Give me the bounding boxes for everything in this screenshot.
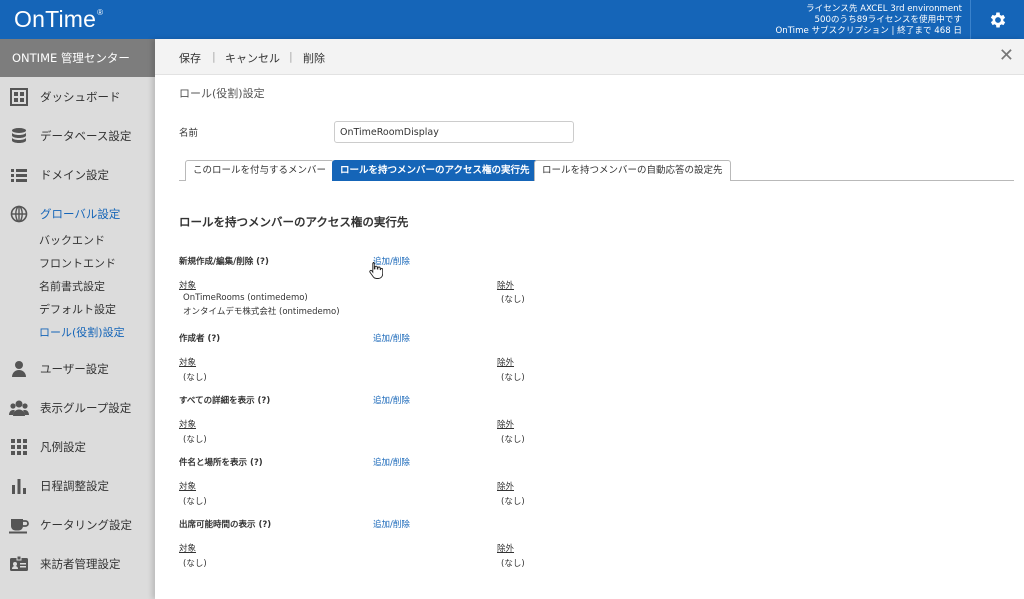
sidebar-item-scheduling[interactable]: 日程調整設定 <box>0 474 155 498</box>
permission-subject-location-label: 件名と場所を表示 (?) <box>179 458 263 468</box>
target-header: 対象 <box>179 281 197 291</box>
exclude-value: (なし) <box>501 497 525 507</box>
grid-icon <box>9 437 29 457</box>
sidebar-subitem-frontend[interactable]: フロントエンド <box>39 255 116 271</box>
target-value: (なし) <box>183 497 207 507</box>
domain-list-icon <box>9 165 29 185</box>
license-holder: ライセンス先 AXCEL 3rd environment <box>806 4 962 14</box>
permission-create-edit-delete-label: 新規作成/編集/削除 (?) <box>179 257 269 267</box>
sidebar-title: ONTIME 管理センター <box>0 39 155 77</box>
database-icon <box>9 126 29 146</box>
permission-author-label: 作成者 (?) <box>179 334 221 344</box>
toolbar-separator: | <box>212 50 216 63</box>
dashboard-icon <box>9 87 29 107</box>
exclude-header: 除外 <box>497 482 515 492</box>
exclude-header: 除外 <box>497 420 515 430</box>
target-value: (なし) <box>183 559 207 569</box>
sidebar-item-global[interactable]: グローバル設定 <box>0 202 155 226</box>
sidebar-item-label: ユーザー設定 <box>40 362 109 376</box>
sidebar-item-dashboard[interactable]: ダッシュボード <box>0 85 155 109</box>
sidebar-item-display-group[interactable]: 表示グループ設定 <box>0 396 155 420</box>
target-header: 対象 <box>179 420 197 430</box>
exclude-value: (なし) <box>501 295 525 305</box>
license-info: ライセンス先 AXCEL 3rd environment 500のうち89ライセ… <box>775 4 962 37</box>
sidebar-item-label: グローバル設定 <box>40 207 121 221</box>
target-value: OnTimeRooms (ontimedemo) <box>183 293 308 303</box>
sidebar-item-user[interactable]: ユーザー設定 <box>0 357 155 381</box>
exclude-header: 除外 <box>497 544 515 554</box>
settings-button[interactable] <box>970 0 1024 39</box>
add-remove-link[interactable]: 追加/削除 <box>373 456 410 468</box>
id-card-icon <box>9 554 29 574</box>
target-header: 対象 <box>179 482 197 492</box>
sidebar-item-visitor[interactable]: 来訪者管理設定 <box>0 552 155 576</box>
target-header: 対象 <box>179 358 197 368</box>
target-value: (なし) <box>183 435 207 445</box>
toolbar-separator: | <box>289 50 293 63</box>
group-icon <box>9 398 29 418</box>
permission-free-busy-label: 出席可能時間の表示 (?) <box>179 520 272 530</box>
close-icon[interactable]: ✕ <box>999 45 1014 66</box>
delete-button[interactable]: 削除 <box>303 50 325 66</box>
user-icon <box>9 359 29 379</box>
add-remove-link[interactable]: 追加/削除 <box>373 394 410 406</box>
target-value: オンタイムデモ株式会社 (ontimedemo) <box>183 307 340 317</box>
toolbar: 保存 | キャンセル | 削除 ✕ <box>155 39 1024 75</box>
save-button[interactable]: 保存 <box>179 50 201 66</box>
gear-icon <box>990 12 1005 27</box>
sidebar: ONTIME 管理センター ダッシュボード データベース設定 ドメイン設定 グロ… <box>0 39 155 599</box>
bar-chart-icon <box>9 476 29 496</box>
exclude-value: (なし) <box>501 373 525 383</box>
sidebar-item-label: 表示グループ設定 <box>40 401 132 415</box>
role-name-input[interactable] <box>334 121 574 143</box>
subscription-remaining: OnTime サブスクリプション | 終了まで 468 日 <box>775 26 962 36</box>
exclude-header: 除外 <box>497 358 515 368</box>
sidebar-subitem-name-format[interactable]: 名前書式設定 <box>39 278 105 294</box>
add-remove-link[interactable]: 追加/削除 <box>373 332 410 344</box>
target-value: (なし) <box>183 373 207 383</box>
name-label: 名前 <box>179 128 199 139</box>
ontime-logo: OnTime® <box>14 6 104 32</box>
exclude-header: 除外 <box>497 281 515 291</box>
license-usage: 500のうち89ライセンスを使用中です <box>814 15 962 25</box>
page-title: ロール(役割)設定 <box>179 87 265 100</box>
tab-auto-reply-targets[interactable]: ロールを持つメンバーの自動応答の設定先 <box>534 160 731 181</box>
main-panel: 保存 | キャンセル | 削除 ✕ ロール(役割)設定 名前 このロールを付与す… <box>155 39 1024 599</box>
sidebar-item-label: 日程調整設定 <box>40 479 109 493</box>
cup-icon <box>9 515 29 535</box>
hand-cursor-icon <box>369 262 383 279</box>
tab-members[interactable]: このロールを付与するメンバー <box>185 160 335 181</box>
sidebar-item-label: ダッシュボード <box>40 90 121 104</box>
section-title: ロールを持つメンバーのアクセス権の実行先 <box>179 215 409 229</box>
sidebar-item-label: データベース設定 <box>40 129 132 143</box>
sidebar-item-label: ケータリング設定 <box>40 518 132 532</box>
add-remove-link[interactable]: 追加/削除 <box>373 518 410 530</box>
sidebar-item-catering[interactable]: ケータリング設定 <box>0 513 155 537</box>
permission-view-all-details-label: すべての詳細を表示 (?) <box>179 396 271 406</box>
sidebar-subitem-roles[interactable]: ロール(役割)設定 <box>39 324 125 340</box>
tab-access-targets[interactable]: ロールを持つメンバーのアクセス権の実行先 <box>332 160 538 181</box>
sidebar-item-legend[interactable]: 凡例設定 <box>0 435 155 459</box>
sidebar-subitem-default[interactable]: デフォルト設定 <box>39 301 116 317</box>
sidebar-item-domain[interactable]: ドメイン設定 <box>0 163 155 187</box>
sidebar-item-label: ドメイン設定 <box>40 168 109 182</box>
globe-icon <box>9 204 29 224</box>
top-header-bar: OnTime® ライセンス先 AXCEL 3rd environment 500… <box>0 0 1024 39</box>
cancel-button[interactable]: キャンセル <box>225 50 280 66</box>
sidebar-item-label: 凡例設定 <box>40 440 86 454</box>
sidebar-item-label: 来訪者管理設定 <box>40 557 121 571</box>
exclude-value: (なし) <box>501 435 525 445</box>
sidebar-subitem-backend[interactable]: バックエンド <box>39 232 105 248</box>
sidebar-item-database[interactable]: データベース設定 <box>0 124 155 148</box>
exclude-value: (なし) <box>501 559 525 569</box>
target-header: 対象 <box>179 544 197 554</box>
